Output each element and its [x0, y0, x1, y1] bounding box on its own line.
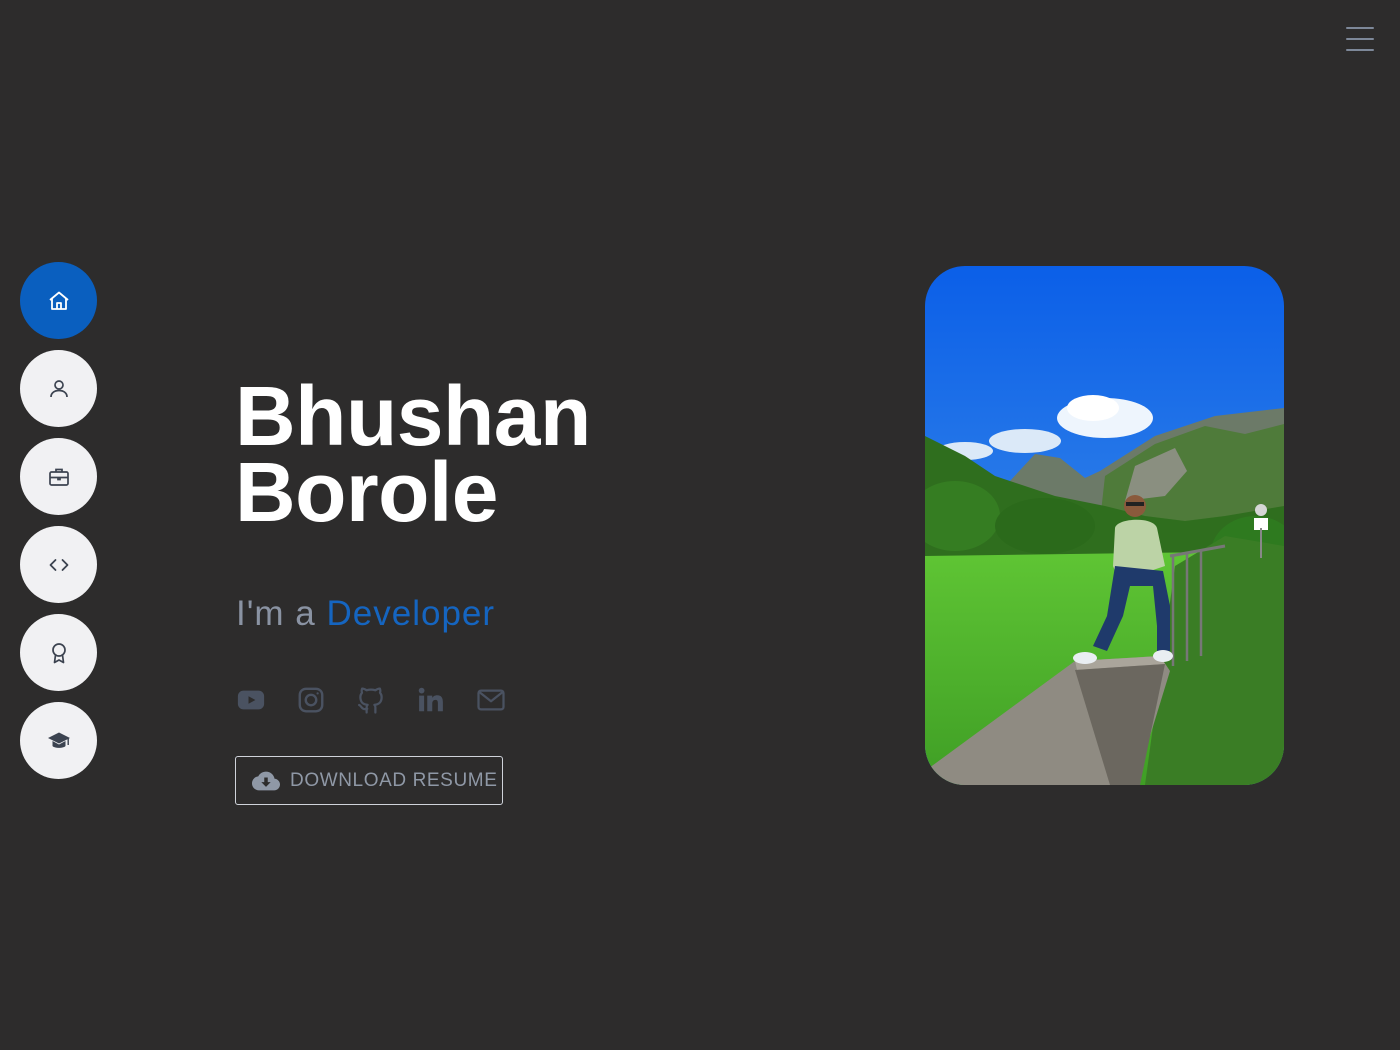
- youtube-icon: [237, 690, 265, 710]
- nav-home-button[interactable]: [20, 262, 97, 339]
- graduation-cap-icon: [47, 732, 70, 748]
- resume-button-label: DOWNLOAD RESUME: [290, 769, 498, 791]
- briefcase-icon: [48, 468, 69, 486]
- profile-photo: [925, 266, 1284, 785]
- nav-education-button[interactable]: [20, 702, 97, 779]
- code-icon: [49, 558, 68, 571]
- youtube-link[interactable]: [235, 684, 267, 716]
- social-links: [235, 684, 507, 716]
- linkedin-icon: [418, 687, 443, 712]
- home-icon: [48, 291, 69, 310]
- nav-achievements-button[interactable]: [20, 614, 97, 691]
- email-icon: [477, 689, 505, 711]
- hamburger-menu-icon[interactable]: [1344, 24, 1376, 54]
- instagram-icon: [298, 687, 324, 713]
- user-icon: [49, 379, 68, 397]
- nav-experience-button[interactable]: [20, 438, 97, 515]
- first-name: Bhushan: [235, 369, 591, 463]
- tagline-role: Developer: [326, 594, 496, 633]
- last-name: Borole: [235, 445, 499, 539]
- linkedin-link[interactable]: [415, 684, 447, 716]
- instagram-link[interactable]: [295, 684, 327, 716]
- hero-tagline: I'm a Developer: [236, 594, 495, 634]
- award-icon: [51, 642, 66, 663]
- github-link[interactable]: [355, 684, 387, 716]
- nav-projects-button[interactable]: [20, 526, 97, 603]
- nav-about-button[interactable]: [20, 350, 97, 427]
- tagline-prefix: I'm a: [236, 594, 316, 633]
- github-icon: [358, 687, 383, 714]
- side-navigation: [20, 262, 97, 779]
- portfolio-page: Bhushan Borole I'm a Developer DOWNLOAD …: [0, 0, 1400, 1050]
- download-resume-button[interactable]: DOWNLOAD RESUME: [235, 756, 503, 805]
- cloud-download-icon: [252, 771, 280, 790]
- hero-name: Bhushan Borole: [235, 369, 591, 539]
- email-link[interactable]: [475, 684, 507, 716]
